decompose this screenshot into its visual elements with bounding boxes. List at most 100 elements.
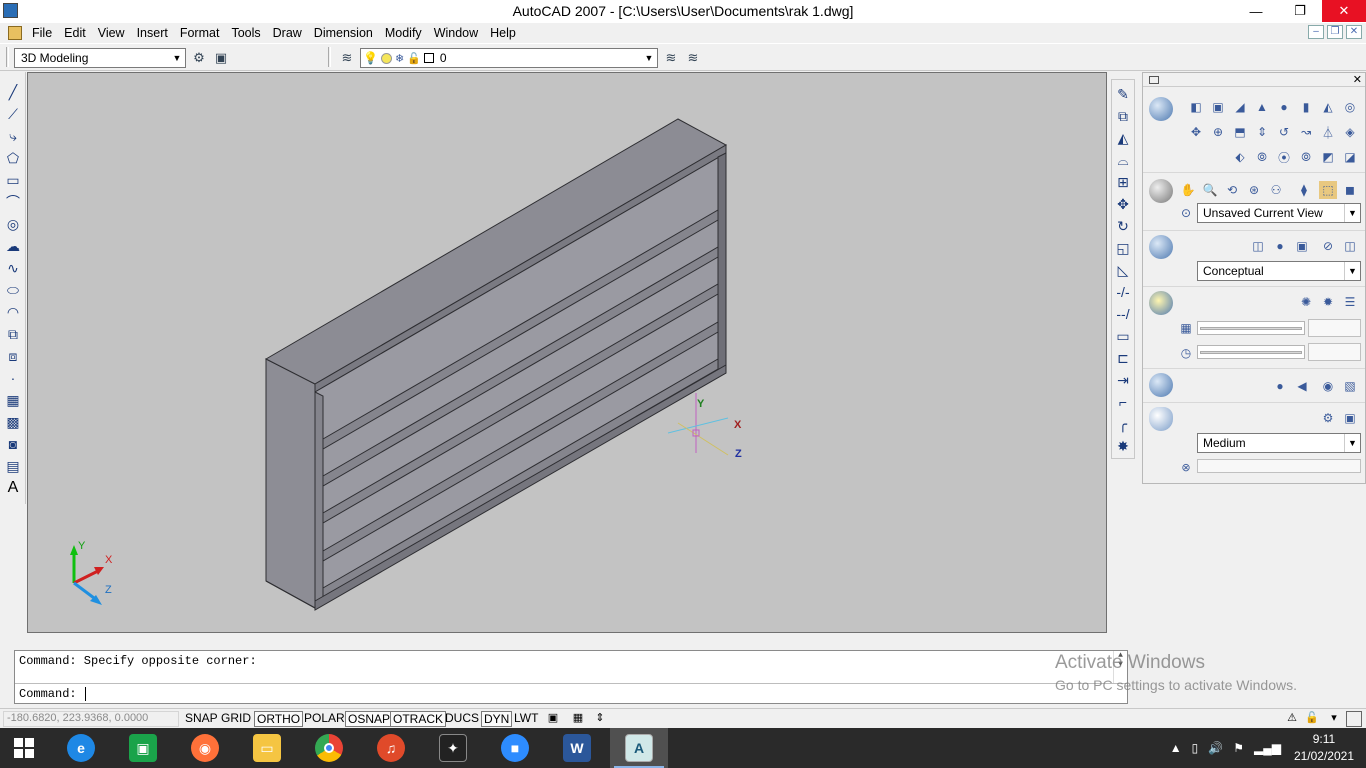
save-workspace-icon[interactable]: ▣ [212,49,230,67]
intersect-icon[interactable]: ⦾ [1297,148,1315,166]
line-icon[interactable]: ╱ [3,82,23,102]
render-teapot-icon[interactable] [1149,407,1173,431]
menu-tools[interactable]: Tools [227,26,268,40]
layout-icon[interactable]: ▦ [570,711,586,727]
planar-surface-icon[interactable]: ◈ [1341,123,1359,141]
construction-line-icon[interactable]: ⟋ [3,104,23,124]
chevron-down-icon[interactable]: ▼ [169,49,185,67]
materials-icon[interactable] [1149,373,1173,397]
table-icon[interactable]: ▤ [3,456,23,476]
dashboard-close-icon[interactable]: ✕ [1353,73,1362,86]
taskbar-zoom[interactable]: ■ [486,728,544,768]
subtract-icon[interactable]: ⦿ [1275,148,1293,166]
thicken-icon[interactable]: ◪ [1341,148,1359,166]
zoom-icon[interactable]: 🔍 [1201,181,1219,199]
restore-button[interactable]: ❐ [1278,0,1322,22]
light-icon[interactable] [1149,291,1173,315]
move-icon[interactable]: ✥ [1113,194,1133,214]
brightness-value[interactable] [1308,319,1361,337]
trim-icon[interactable]: -/- [1113,282,1133,302]
perspective-icon[interactable]: ⬚ [1319,181,1337,199]
layer-properties-icon[interactable]: ≋ [338,49,356,67]
menu-draw[interactable]: Draw [269,26,310,40]
point-light-icon[interactable]: ✹ [1319,293,1337,311]
arc-icon[interactable]: ⌒ [3,192,23,212]
stretch-icon[interactable]: ◺ [1113,260,1133,280]
light-calendar-icon[interactable]: ▦ [1177,319,1195,337]
render-window-icon[interactable]: ▣ [1341,409,1359,427]
brightness-slider[interactable] [1197,321,1305,335]
copy-icon[interactable]: ⧉ [1113,106,1133,126]
chevron-down-icon[interactable]: ▼ [1344,204,1360,222]
command-input-cursor[interactable] [84,687,86,701]
status-dropdown-icon[interactable]: ▾ [1326,711,1342,727]
slice-icon[interactable]: ◩ [1319,148,1337,166]
chevron-down-icon[interactable]: ▼ [1344,434,1360,452]
visual-style-combo[interactable]: Conceptual ▼ [1197,261,1361,281]
explode-icon[interactable]: ✸ [1113,436,1133,456]
clean-screen-icon[interactable] [1346,711,1362,727]
close-button[interactable]: ✕ [1322,0,1366,22]
taskbar-autocad[interactable]: A [610,728,668,768]
snap-toggle[interactable]: SNAP [183,711,220,727]
lights-list-icon[interactable]: ☰ [1341,293,1359,311]
pan-icon[interactable]: ✋ [1179,181,1197,199]
lock-toolbar-icon[interactable]: 🔓 [1304,711,1320,727]
scale-icon[interactable]: ◱ [1113,238,1133,258]
menu-dimension[interactable]: Dimension [310,26,381,40]
cylinder-icon[interactable]: ▮ [1297,98,1315,116]
extend-icon[interactable]: --/ [1113,304,1133,324]
3d-make-icon[interactable] [1149,97,1173,121]
visual-style-manager-icon[interactable]: ⊘ [1319,237,1337,255]
view-back-icon[interactable]: ⊙ [1177,204,1195,222]
create-light-icon[interactable]: ✺ [1297,293,1315,311]
workspace-combo[interactable]: 3D Modeling ▼ [14,48,186,68]
make-current-layer-icon[interactable]: ≋ [662,49,680,67]
menu-file[interactable]: File [28,26,60,40]
toolbar-grip[interactable] [328,47,331,67]
presspull-icon[interactable]: ⇕ [1253,123,1271,141]
taskbar-clock[interactable]: 9:11 21/02/2021 [1294,731,1354,765]
tray-overflow-icon[interactable]: ▲ [1170,741,1182,755]
3d-rotate-icon[interactable]: ⊕ [1209,123,1227,141]
make-block-icon[interactable]: ⧈ [3,346,23,366]
time-slider[interactable] [1197,345,1305,359]
workspace-settings-icon[interactable]: ⚙ [190,49,208,67]
doc-minimize-button[interactable]: – [1308,25,1324,39]
ortho-toggle[interactable]: ORTHO [254,711,304,727]
dashboard-minimize-icon[interactable] [1149,76,1159,84]
sphere-icon[interactable]: ● [1275,98,1293,116]
render-clear-icon[interactable]: ⊗ [1177,458,1195,476]
menu-modify[interactable]: Modify [381,26,430,40]
gradient-icon[interactable]: ▩ [3,412,23,432]
section-plane-icon[interactable]: ⬖ [1231,148,1249,166]
osnap-toggle[interactable]: OSNAP [345,711,394,727]
box-icon[interactable]: ▣ [1209,98,1227,116]
torus-icon[interactable]: ◎ [1341,98,1359,116]
multiline-text-icon[interactable]: A [3,478,23,498]
render-icon[interactable]: ⚙ [1319,409,1337,427]
3d-move-icon[interactable]: ✥ [1187,123,1205,141]
extrude-icon[interactable]: ⬒ [1231,123,1249,141]
menu-window[interactable]: Window [430,26,486,40]
material-sphere-icon[interactable]: ● [1271,377,1289,395]
status-menu-icon[interactable]: ⇕ [592,711,608,727]
chamfer-icon[interactable]: ⌐ [1113,392,1133,412]
toolbar-grip[interactable] [6,47,9,67]
cone-icon[interactable]: ▲ [1253,98,1271,116]
rotate-icon[interactable]: ↻ [1113,216,1133,236]
taskbar-chrome[interactable] [300,728,358,768]
orbit-icon[interactable]: ⟲ [1223,181,1241,199]
named-view-combo[interactable]: Unsaved Current View ▼ [1197,203,1361,223]
region-icon[interactable]: ◙ [3,434,23,454]
spline-icon[interactable]: ∿ [3,258,23,278]
join-icon[interactable]: ⇥ [1113,370,1133,390]
minimize-button[interactable]: — [1234,0,1278,22]
taskbar-firefox[interactable]: ◉ [176,728,234,768]
wedge-icon[interactable]: ◢ [1231,98,1249,116]
taskbar-ie[interactable]: e [52,728,110,768]
union-icon[interactable]: ⦾ [1253,148,1271,166]
taskbar-store[interactable]: ▣ [114,728,172,768]
break-at-point-icon[interactable]: ▭ [1113,326,1133,346]
polysolid-icon[interactable]: ◧ [1187,98,1205,116]
